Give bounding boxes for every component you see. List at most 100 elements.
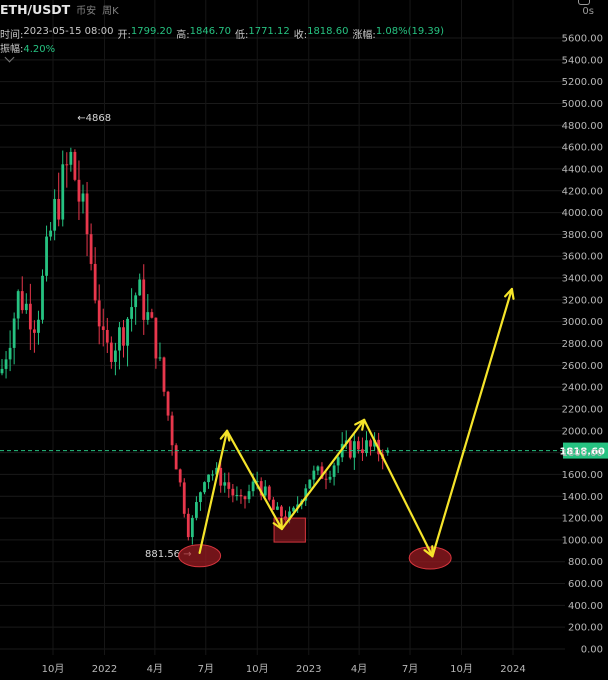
candlestick-series <box>0 147 390 545</box>
y-axis: 0.00 200.00 400.00 600.00 800.00 1000.00 1200.… <box>562 34 603 656</box>
candle-body <box>182 482 186 514</box>
symbol-pair[interactable]: ETH/USDT <box>0 2 70 17</box>
ohlc-readout: 时间: 2023-05-15 08:00 开: 1799.20 高: 1846.70 … <box>0 26 444 41</box>
candle-body <box>122 327 125 346</box>
y-tick-label: 2000.00 <box>562 426 603 437</box>
candle-body <box>146 312 150 320</box>
candle-body <box>77 179 81 202</box>
candle-body <box>170 415 174 446</box>
y-tick-label: 5000.00 <box>562 99 603 110</box>
interval-label[interactable]: 周K <box>102 2 119 17</box>
candle-body <box>89 234 93 264</box>
candle-body <box>247 491 251 500</box>
candle-body <box>134 295 138 308</box>
time-value: 2023-05-15 08:00 <box>23 26 114 37</box>
x-tick-label: 4月 <box>147 663 163 675</box>
y-tick-label: 4200.00 <box>562 186 603 197</box>
amplitude-value: 4.20% <box>23 44 56 55</box>
y-tick-label: 2600.00 <box>562 361 603 372</box>
y-tick-label: 400.00 <box>568 601 603 612</box>
candle-body <box>280 506 283 517</box>
candle-body <box>324 478 328 480</box>
candle-body <box>235 495 239 497</box>
candle-body <box>53 198 57 231</box>
annotation-segment <box>225 429 283 531</box>
close-value: 1818.60 <box>307 26 349 37</box>
x-tick-label: 2023 <box>296 664 321 675</box>
candle-body <box>328 476 332 480</box>
candle-body <box>73 151 77 180</box>
candle-body <box>28 303 32 330</box>
y-tick-label: 3400.00 <box>562 274 603 285</box>
candle-body <box>332 465 336 477</box>
candle-body <box>267 486 271 500</box>
y-tick-label: 800.00 <box>568 557 603 568</box>
y-tick-label: 1400.00 <box>562 492 603 503</box>
x-tick-label: 10月 <box>42 663 65 675</box>
open-label: 开: <box>117 30 131 41</box>
y-tick-label: 4800.00 <box>562 121 603 132</box>
x-tick-label: 7月 <box>402 663 418 675</box>
candle-body <box>271 499 275 510</box>
candle-body <box>357 441 360 450</box>
x-axis: 10月 2022 4月 7月 10月 2023 4月 7月 10月 2024 <box>42 663 526 675</box>
y-tick-label: 200.00 <box>568 623 603 634</box>
exchange-name: 币安 <box>76 6 97 17</box>
candle-body <box>162 357 166 392</box>
y-tick-label: 3600.00 <box>562 252 603 263</box>
high-label: 高: <box>176 30 190 41</box>
candle-body <box>195 502 198 518</box>
y-tick-label: 1200.00 <box>562 514 603 525</box>
x-tick-label: 10月 <box>246 663 269 675</box>
close-label: 收: <box>293 30 308 41</box>
candle-body <box>211 474 214 476</box>
time-label: 时间: <box>0 30 24 41</box>
candle-body <box>276 506 279 510</box>
y-tick-label: 3000.00 <box>562 317 603 328</box>
y-tick-label: 3800.00 <box>562 230 603 241</box>
y-tick-label: 1800.00 <box>562 448 603 459</box>
candle-body <box>158 357 162 359</box>
price-chart[interactable]: 1818.60←4868881.56 → 0.00 200.00 400.00 600… <box>0 0 608 680</box>
candle-body <box>316 466 320 471</box>
candle-body <box>239 495 243 497</box>
candle-body <box>263 486 267 496</box>
x-tick-label: 2024 <box>500 664 525 675</box>
candle-body <box>65 164 69 166</box>
candle-body <box>16 291 20 319</box>
candle-body <box>101 326 105 330</box>
candle-body <box>85 193 89 235</box>
low-label: 低: <box>234 30 249 41</box>
y-tick-label: 2800.00 <box>562 339 603 350</box>
candle-body <box>190 517 194 538</box>
bell-icon[interactable] <box>578 0 590 5</box>
candle-body <box>4 359 8 369</box>
candle-body <box>130 307 133 319</box>
candle-body <box>109 342 113 362</box>
chart-grid <box>0 0 565 655</box>
candle-body <box>126 318 129 346</box>
high-value: 1846.70 <box>189 26 231 37</box>
amplitude-label: 振幅: <box>0 44 24 55</box>
candle-body <box>97 300 101 327</box>
candle-body <box>37 319 40 333</box>
y-tick-label: 5200.00 <box>562 77 603 88</box>
candle-body <box>336 457 340 466</box>
x-tick-label: 4月 <box>351 663 367 675</box>
annotation-segment <box>363 418 434 558</box>
y-tick-label: 3200.00 <box>562 295 603 306</box>
y-tick-label: 0.00 <box>581 645 603 656</box>
candle-body <box>369 440 372 447</box>
y-tick-label: 1000.00 <box>562 535 603 546</box>
candle-body <box>45 236 48 276</box>
candle-body <box>105 329 109 343</box>
candle-body <box>20 291 24 311</box>
candle-body <box>49 230 52 237</box>
candle-body <box>41 275 44 320</box>
candle-body <box>178 469 182 483</box>
candle-body <box>227 482 231 489</box>
y-tick-label: 2400.00 <box>562 383 603 394</box>
annotation-layer: 1818.60←4868881.56 → <box>0 113 608 570</box>
candle-body <box>231 488 235 496</box>
x-tick-label: 7月 <box>198 663 214 675</box>
